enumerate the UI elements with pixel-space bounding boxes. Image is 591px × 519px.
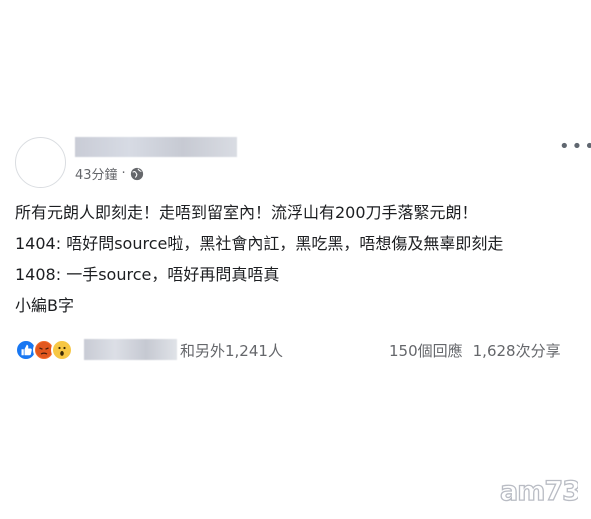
comment-count[interactable]: 150個回應 [389,340,463,361]
blurred-profile-name[interactable] [75,137,237,157]
post-time[interactable]: 43分鐘 [75,164,118,183]
post-line-2: 1404: 唔好問source啦，黑社會內訌，黑吃黑，唔想傷及無辜即刻走 [15,234,504,253]
post-meta: 43分鐘 · [75,164,144,183]
reaction-icons[interactable] [15,339,73,361]
post-line-3: 1408: 一手source，唔好再問真唔真 [15,265,280,284]
wow-icon [51,339,73,361]
share-count[interactable]: 1,628次分享 [473,340,561,361]
post-stats: 150個回應 1,628次分享 [389,340,561,361]
globe-icon [130,167,143,180]
profile-avatar[interactable] [15,137,66,188]
separator-dot: · [121,166,126,181]
reaction-count[interactable]: 和另外1,241人 [180,340,283,361]
more-options-icon[interactable]: ••• [559,136,591,157]
blurred-reactor-names[interactable] [84,339,177,360]
am730-watermark-logo: am730 [500,475,578,506]
post-line-4: 小編B字 [15,296,74,315]
svg-text:am730: am730 [500,476,578,506]
post-line-1: 所有元朗人即刻走！走唔到留室內！流浮山有200刀手落緊元朗！ [15,203,478,222]
